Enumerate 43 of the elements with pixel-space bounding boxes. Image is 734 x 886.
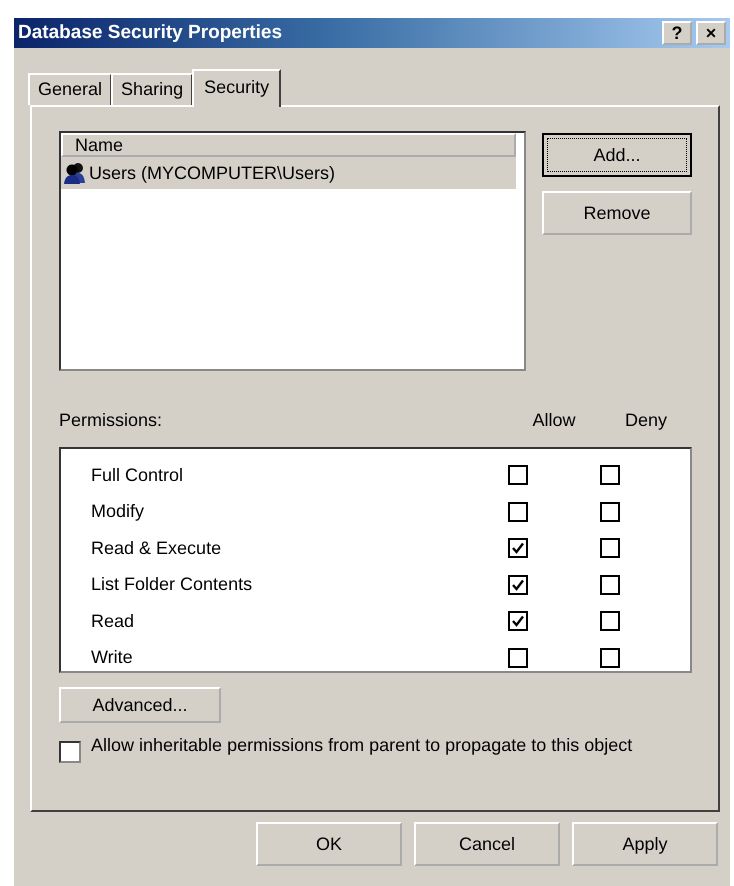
apply-button[interactable]: Apply — [572, 822, 718, 866]
checkbox[interactable] — [508, 465, 528, 486]
checkbox[interactable] — [508, 648, 528, 668]
permission-name: Modify — [91, 501, 146, 522]
window-title: Database Security Properties — [18, 22, 282, 44]
checkbox[interactable] — [600, 502, 620, 522]
checkbox[interactable] — [600, 611, 620, 632]
advanced-button[interactable]: Advanced... — [59, 687, 221, 723]
checkbox[interactable] — [508, 502, 528, 522]
cancel-button[interactable]: Cancel — [414, 822, 560, 866]
add-button[interactable]: Add... — [542, 133, 692, 177]
checkbox[interactable] — [600, 574, 620, 595]
help-button[interactable]: ? — [662, 21, 692, 45]
list-item[interactable]: Users (MYCOMPUTER\Users) — [61, 157, 516, 189]
permission-name: Write — [91, 647, 134, 668]
permission-name: Read & Execute — [91, 538, 222, 559]
user-list[interactable]: Name Users (MYCOMPUTER\Users) — [59, 131, 526, 371]
column-label: Allow — [531, 410, 576, 430]
remove-button[interactable]: Remove — [542, 191, 692, 235]
checkbox[interactable] — [600, 465, 620, 486]
permission-name: Full Control — [91, 464, 184, 486]
ok-button[interactable]: OK — [256, 822, 402, 866]
list-item-label: Users (MYCOMPUTER\Users) — [89, 162, 335, 184]
checkbox[interactable] — [508, 574, 528, 595]
checkbox[interactable] — [508, 611, 528, 632]
users-icon — [63, 161, 87, 185]
permission-name: List Folder Contents — [91, 574, 254, 596]
tab[interactable]: Security — [192, 69, 282, 107]
permission-name: Read — [91, 610, 136, 632]
checkmark-icon — [511, 614, 525, 628]
column-label: Deny — [624, 410, 668, 430]
tab[interactable]: General — [28, 73, 112, 105]
checkbox[interactable] — [600, 538, 620, 558]
checkbox-label: Allow inheritable permissions from parent to propagate to this object — [91, 734, 634, 757]
checkbox[interactable] — [600, 648, 620, 668]
close-button[interactable]: × — [696, 21, 726, 45]
checkmark-icon — [511, 541, 525, 556]
permissions-label: Permissions: — [59, 410, 164, 430]
checkbox[interactable] — [59, 741, 81, 763]
checkmark-icon — [511, 578, 525, 592]
tab[interactable]: Sharing — [111, 73, 194, 105]
column-header[interactable]: Name — [61, 133, 516, 157]
checkbox[interactable] — [508, 538, 528, 558]
